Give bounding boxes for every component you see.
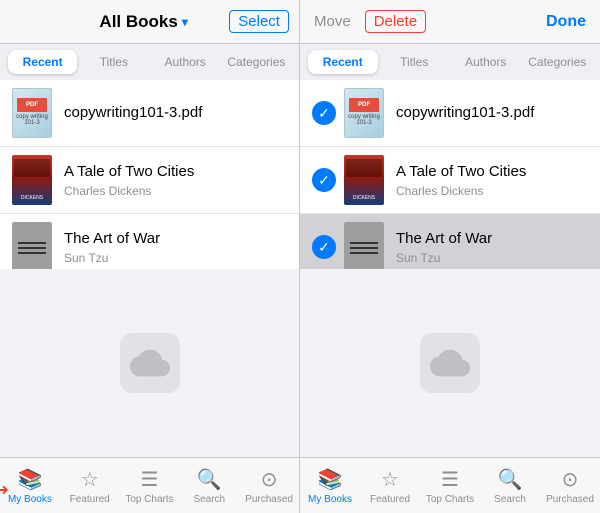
select-button[interactable]: Select [229, 10, 289, 33]
purchased-icon: ⊙ [562, 467, 579, 492]
select-circle-checked[interactable]: ✓ [312, 101, 336, 125]
bottom-tab-label: Search [193, 494, 225, 505]
tab-recent-left[interactable]: Recent [8, 50, 77, 74]
search-icon: 🔍 [498, 467, 523, 492]
tab-recent-right[interactable]: Recent [308, 50, 378, 74]
right-panel: Move Delete Done Recent Titles Authors C… [300, 0, 600, 513]
book-author: Charles Dickens [64, 184, 287, 198]
bottom-tab-purchased-left[interactable]: ⊙ Purchased [239, 462, 299, 509]
book-cover-pdf: PDF copy writing 101-3 [344, 88, 384, 138]
book-info: The Art of War Sun Tzu [64, 229, 287, 265]
book-title: The Art of War [396, 229, 588, 249]
all-books-label: All Books [99, 12, 177, 32]
search-icon: 🔍 [197, 467, 222, 492]
done-button[interactable]: Done [542, 11, 590, 33]
bottom-tab-label: Featured [70, 494, 110, 505]
left-book-list: PDF copy writing 101-3 copywriting101-3.… [0, 80, 299, 269]
left-header: All Books ▾ Select [0, 0, 299, 44]
bottom-tab-my-books-right[interactable]: 📚 My Books [300, 462, 360, 509]
bottom-tab-my-books-left[interactable]: 📚 ➜ My Books [0, 462, 60, 509]
left-panel: All Books ▾ Select Recent Titles Authors… [0, 0, 300, 513]
tab-categories-left[interactable]: Categories [222, 50, 291, 74]
list-icon: ☰ [441, 467, 459, 492]
book-info: A Tale of Two Cities Charles Dickens [64, 162, 287, 198]
bottom-tab-label: Top Charts [125, 494, 173, 505]
bottom-tab-label: Featured [370, 494, 410, 505]
star-icon: ☆ [381, 467, 399, 492]
bottom-tab-search-right[interactable]: 🔍 Search [480, 462, 540, 509]
book-title: copywriting101-3.pdf [64, 103, 287, 123]
list-item[interactable]: ✓ DICKENS A Tale of Two Cities Charles D… [300, 147, 600, 214]
book-info: The Art of War Sun Tzu [396, 229, 588, 265]
books-icon: 📚 [318, 467, 343, 492]
right-book-list: ✓ PDF copy writing 101-3 copywriting101-… [300, 80, 600, 269]
list-item[interactable]: PDF copy writing 101-3 copywriting101-3.… [0, 80, 299, 147]
book-cover-tale: DICKENS [344, 155, 384, 205]
select-circle-checked[interactable]: ✓ [312, 235, 336, 259]
right-bottom-bar: 📚 My Books ☆ Featured ☰ Top Charts 🔍 Sea… [300, 457, 600, 513]
book-cover-tale: DICKENS [12, 155, 52, 205]
dropdown-arrow-icon[interactable]: ▾ [182, 15, 188, 29]
bottom-tab-search-left[interactable]: 🔍 Search [179, 462, 239, 509]
bottom-tab-top-charts-left[interactable]: ☰ Top Charts [120, 462, 180, 509]
move-button[interactable]: Move [310, 11, 355, 32]
right-header: Move Delete Done [300, 0, 600, 44]
purchased-icon: ⊙ [261, 467, 278, 492]
tab-categories-right[interactable]: Categories [523, 50, 593, 74]
bottom-tab-label: Purchased [546, 494, 594, 505]
icloud-placeholder-right [300, 269, 600, 458]
book-cover-war [12, 222, 52, 269]
icloud-icon-right [420, 333, 480, 393]
bottom-tab-label: Purchased [245, 494, 293, 505]
star-icon: ☆ [81, 467, 99, 492]
list-item[interactable]: DICKENS A Tale of Two Cities Charles Dic… [0, 147, 299, 214]
book-cover-war [344, 222, 384, 269]
header-actions: Move Delete [310, 10, 426, 33]
book-title: A Tale of Two Cities [396, 162, 588, 182]
left-header-title[interactable]: All Books ▾ [99, 12, 187, 32]
left-bottom-bar: 📚 ➜ My Books ☆ Featured ☰ Top Charts 🔍 S… [0, 457, 299, 513]
bottom-tab-purchased-right[interactable]: ⊙ Purchased [540, 462, 600, 509]
bottom-tab-label: Top Charts [426, 494, 474, 505]
bottom-tab-featured-right[interactable]: ☆ Featured [360, 462, 420, 509]
right-tab-bar: Recent Titles Authors Categories [300, 44, 600, 80]
bottom-tab-label: My Books [8, 494, 52, 505]
red-arrow-icon: ➜ [0, 480, 9, 500]
book-info: copywriting101-3.pdf [64, 103, 287, 123]
book-info: A Tale of Two Cities Charles Dickens [396, 162, 588, 198]
tab-titles-left[interactable]: Titles [79, 50, 148, 74]
book-title: The Art of War [64, 229, 287, 249]
bottom-tab-featured-left[interactable]: ☆ Featured [60, 462, 120, 509]
list-item[interactable]: ✓ The Art of War Sun Tzu [300, 214, 600, 269]
bottom-tab-label: My Books [308, 494, 352, 505]
bottom-tab-label: Search [494, 494, 526, 505]
select-circle-checked[interactable]: ✓ [312, 168, 336, 192]
list-item[interactable]: The Art of War Sun Tzu [0, 214, 299, 269]
books-icon: 📚 ➜ [17, 467, 42, 492]
book-author: Sun Tzu [64, 251, 287, 265]
icloud-icon [120, 333, 180, 393]
book-author: Charles Dickens [396, 184, 588, 198]
book-title: copywriting101-3.pdf [396, 103, 588, 123]
tab-authors-right[interactable]: Authors [451, 50, 521, 74]
delete-button[interactable]: Delete [365, 10, 426, 33]
list-item[interactable]: ✓ PDF copy writing 101-3 copywriting101-… [300, 80, 600, 147]
list-icon: ☰ [141, 467, 159, 492]
icloud-placeholder [0, 269, 299, 458]
tab-titles-right[interactable]: Titles [380, 50, 450, 74]
book-title: A Tale of Two Cities [64, 162, 287, 182]
book-cover-pdf: PDF copy writing 101-3 [12, 88, 52, 138]
tab-authors-left[interactable]: Authors [151, 50, 220, 74]
book-info: copywriting101-3.pdf [396, 103, 588, 123]
left-tab-bar: Recent Titles Authors Categories [0, 44, 299, 80]
bottom-tab-top-charts-right[interactable]: ☰ Top Charts [420, 462, 480, 509]
book-author: Sun Tzu [396, 251, 588, 265]
